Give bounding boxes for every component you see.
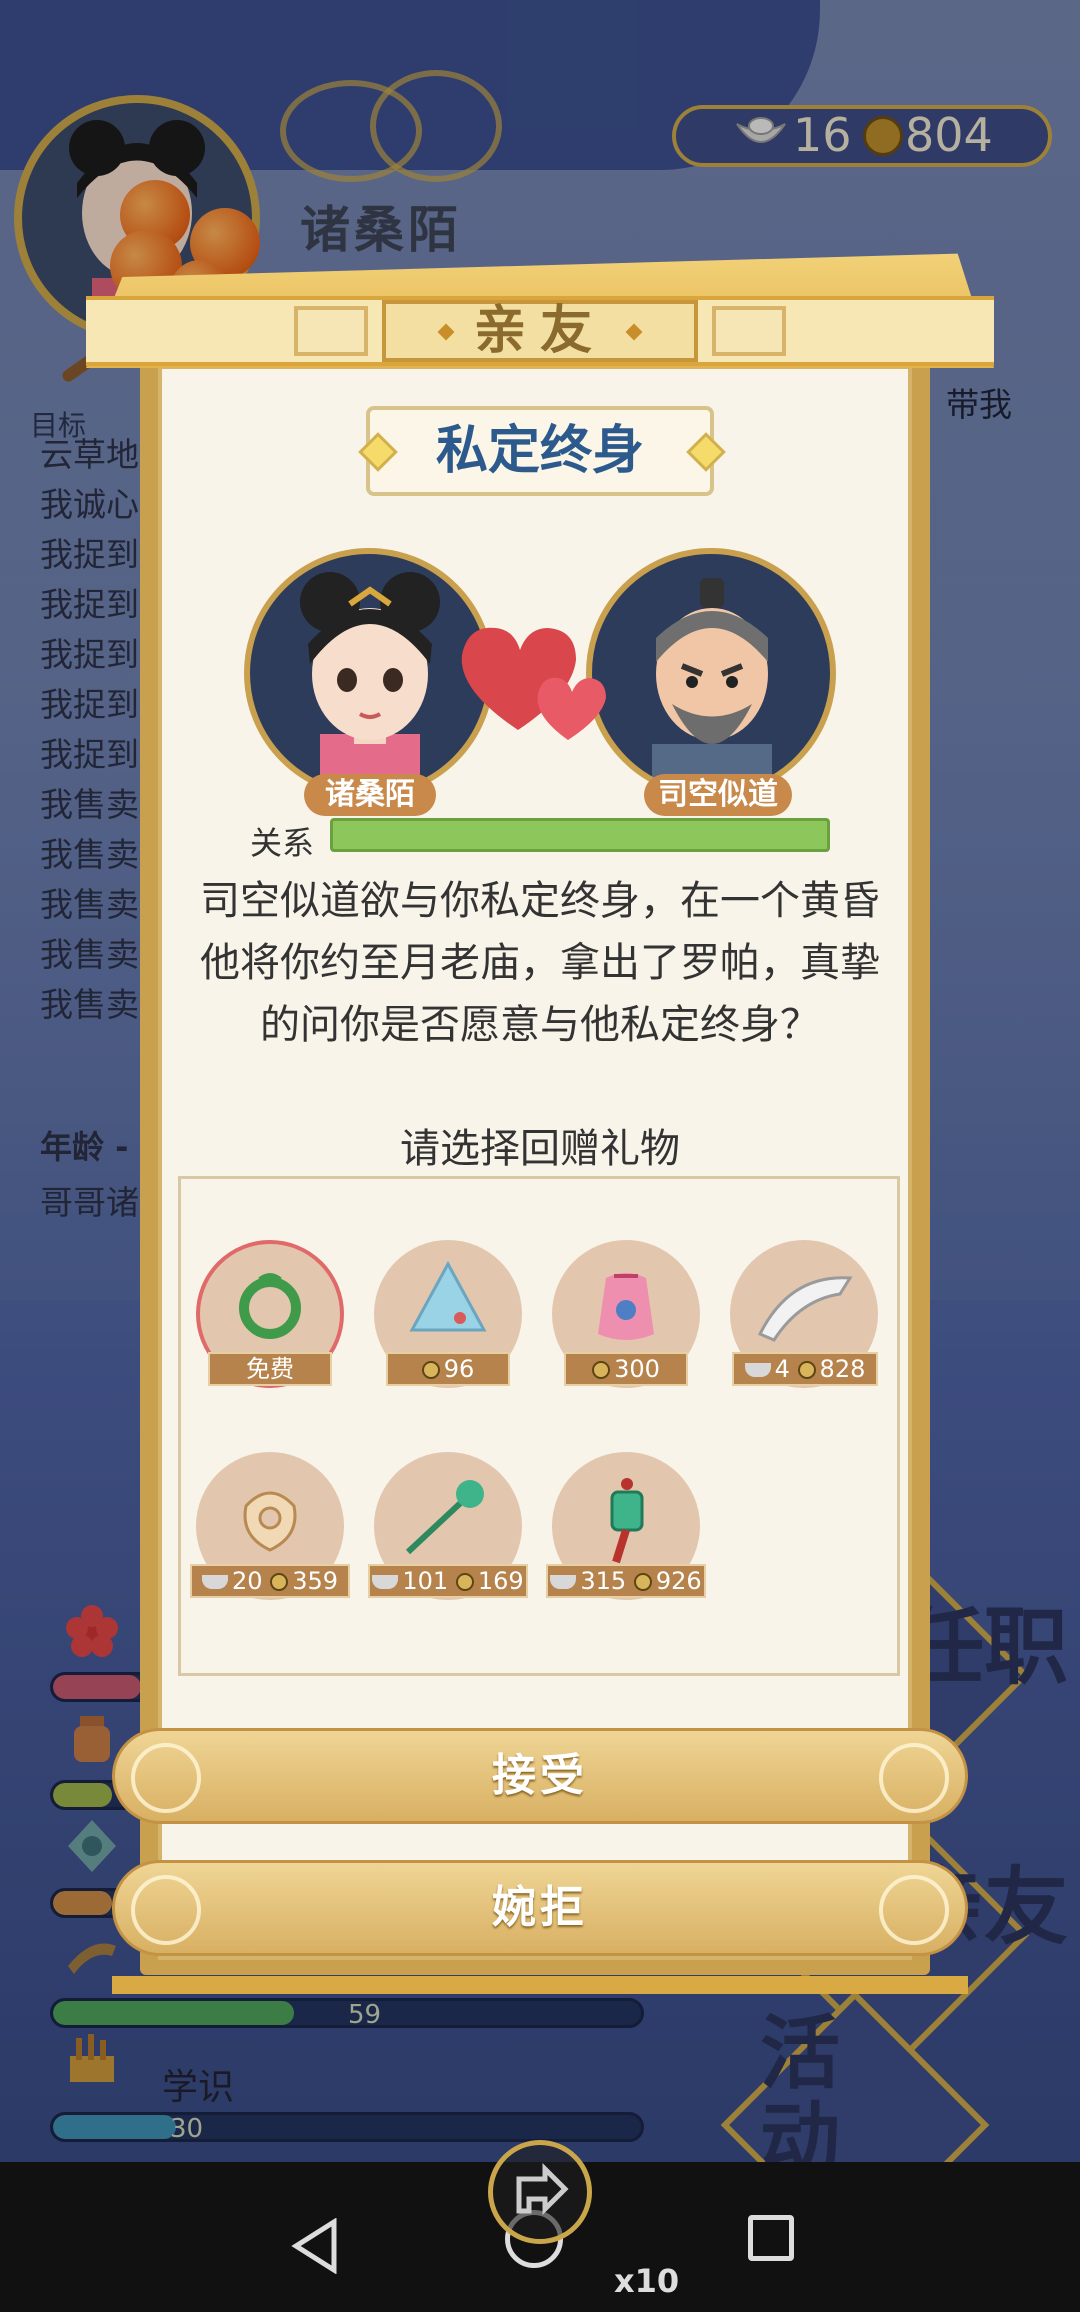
- dialog-title: 亲友: [473, 300, 606, 361]
- suitor-name-tag: 司空似道: [644, 774, 792, 816]
- gift-option-jade-tassel[interactable]: 315 926: [546, 1452, 706, 1602]
- comb-icon: [757, 1276, 853, 1342]
- relation-label: 关系: [250, 824, 315, 862]
- gift-price-tag: 315 926: [546, 1564, 706, 1598]
- elder-man-portrait-icon: [652, 578, 772, 792]
- gift-price-tag: 4 828: [732, 1352, 878, 1386]
- hearts-icon: [461, 627, 606, 740]
- share-arrow-icon: [516, 2162, 569, 2216]
- accept-button[interactable]: 接受: [112, 1728, 968, 1824]
- gift-option-free[interactable]: 免费: [196, 1240, 344, 1390]
- gift-option-jade-pendant[interactable]: 20 359: [190, 1452, 350, 1602]
- dialog-bottom-beam: [112, 1976, 968, 1994]
- gift-option-comb[interactable]: 4 828: [730, 1240, 878, 1390]
- handkerchief-icon: [409, 1260, 487, 1332]
- recents-icon[interactable]: [748, 2215, 794, 2261]
- gift-option-hairpin[interactable]: 101 169: [368, 1452, 528, 1602]
- relation-bar: [330, 818, 830, 852]
- jade-tassel-icon: [610, 1478, 644, 1564]
- gift-price-tag: 300: [564, 1352, 688, 1386]
- player-name-tag: 诸桑陌: [304, 774, 436, 816]
- back-icon[interactable]: [290, 2218, 340, 2274]
- gift-price-tag: 101 169: [368, 1564, 528, 1598]
- cloud-ornament-icon: [879, 1875, 949, 1945]
- title-ornament: [712, 306, 786, 356]
- jade-pendant-icon: [243, 1491, 297, 1552]
- gift-option-handkerchief[interactable]: 96: [374, 1240, 522, 1390]
- cloud-ornament-icon: [131, 1875, 201, 1945]
- sachet-icon: [598, 1273, 654, 1340]
- event-story: 司空似道欲与你私定终身，在一个黄昏他将你约至月老庙，拿出了罗帕，真挚的问你是否愿…: [200, 878, 880, 1048]
- event-title: 私定终身: [435, 420, 644, 481]
- share-button[interactable]: [488, 2140, 592, 2244]
- gift-price-tag: 20 359: [190, 1564, 350, 1598]
- cloud-ornament-icon: [879, 1743, 949, 1813]
- hairpin-icon: [405, 1480, 484, 1555]
- multiplier-label: x10: [614, 2262, 680, 2300]
- title-ornament: [294, 306, 368, 356]
- gift-price-tag: 免费: [208, 1352, 332, 1386]
- decline-button[interactable]: 婉拒: [112, 1860, 968, 1956]
- gift-option-sachet[interactable]: 300: [552, 1240, 700, 1390]
- gift-prompt: 请选择回赠礼物: [400, 1126, 680, 1172]
- cloud-ornament-icon: [131, 1743, 201, 1813]
- jade-ring-icon: [239, 1273, 301, 1339]
- gift-price-tag: 96: [386, 1352, 510, 1386]
